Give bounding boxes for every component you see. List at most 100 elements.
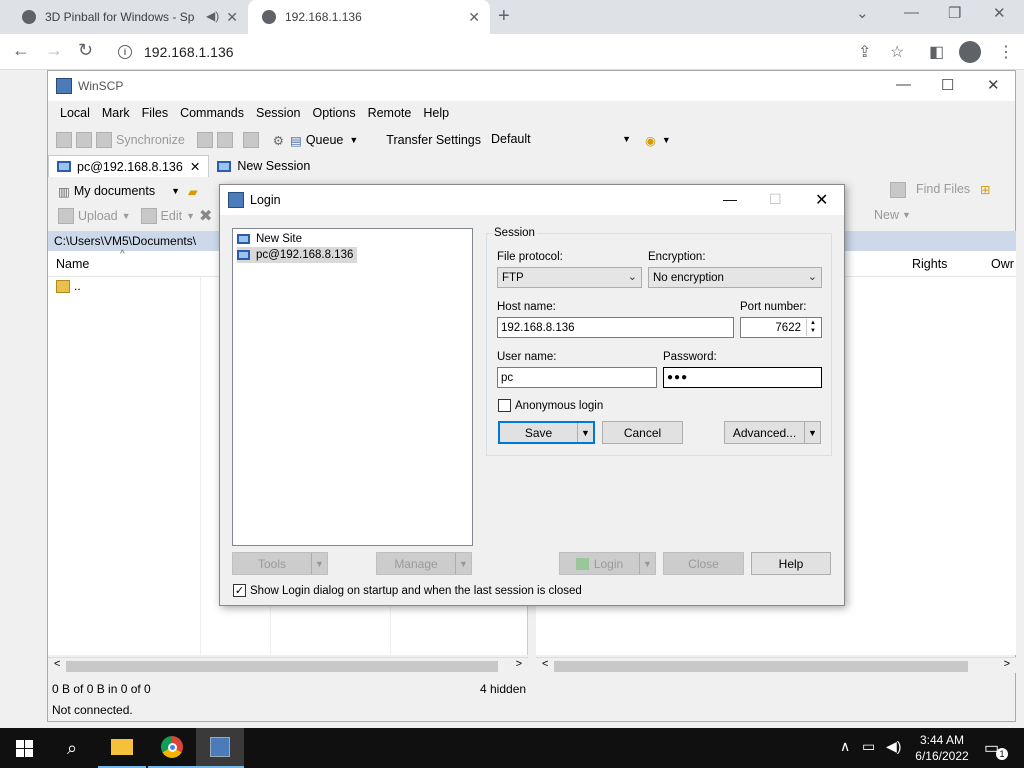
menu-local[interactable]: Local [60,106,90,120]
site-new-site[interactable]: New Site [237,231,306,247]
preferences-gear-icon[interactable]: ⚙ [273,133,284,148]
forward-icon[interactable]: → [45,40,63,61]
file-protocol-select[interactable]: FTP ⌄ [497,267,642,288]
close-icon[interactable]: ✕ [987,76,1000,94]
col-name-header[interactable]: Name [56,257,89,271]
password-field[interactable]: ●●● [663,367,822,388]
tab-new-session[interactable]: New Session [209,155,318,177]
minimize-icon[interactable]: — [896,76,911,93]
scroll-left-icon[interactable]: < [54,658,60,670]
menu-mark[interactable]: Mark [102,106,130,120]
menu-help[interactable]: Help [423,106,449,120]
chevron-down-icon[interactable]: ▼ [122,211,131,221]
chrome-icon[interactable] [148,728,196,768]
file-explorer-icon[interactable] [98,728,146,768]
new-button[interactable]: New [874,208,899,222]
search-icon[interactable]: ⌕ [48,728,96,768]
chevron-down-icon[interactable]: ▼ [639,553,655,574]
help-button[interactable]: Help [751,552,831,575]
scroll-right-icon[interactable]: > [1004,658,1010,670]
save-button[interactable]: Save ▼ [498,421,595,444]
profile-avatar[interactable] [959,41,981,63]
edit-button[interactable]: Edit [161,209,183,223]
scroll-right-icon[interactable]: > [516,658,522,670]
restore-icon[interactable]: ❐ [948,4,961,22]
back-icon[interactable]: ← [12,40,30,61]
chevron-down-icon[interactable]: ▼ [186,211,195,221]
find-files-button[interactable]: Find Files [916,182,970,196]
reload-icon[interactable]: ↻ [78,40,93,61]
chevron-down-icon[interactable]: ▼ [311,553,327,574]
close-button[interactable]: Close [663,552,744,575]
address-bar[interactable]: i 192.168.1.136 [108,37,828,67]
close-tab-icon[interactable]: ✕ [468,9,480,26]
tab-search-icon[interactable]: ⌄ [856,4,869,22]
volume-icon[interactable]: ◀) [886,738,901,755]
host-name-field[interactable]: 192.168.8.136 [497,317,734,338]
remote-hscrollbar[interactable]: < > [536,657,1016,673]
chevron-down-icon[interactable]: ▼ [804,422,820,443]
user-name-field[interactable]: pc [497,367,657,388]
site-pc[interactable]: pc@192.168.8.136 [237,247,358,263]
tray-chevron-up-icon[interactable]: ∧ [840,738,850,755]
checkbox-box[interactable] [498,399,511,412]
windows-start-icon[interactable] [0,728,48,768]
sync-browse-icon[interactable] [76,132,92,148]
scroll-left-icon[interactable]: < [542,658,548,670]
delete-icon[interactable]: ✖ [199,206,212,226]
port-spinner-icon[interactable]: ▲ ▼ [806,319,819,336]
synchronize-button[interactable]: Synchronize [116,133,185,147]
chevron-down-icon[interactable]: ▼ [902,210,911,220]
console-icon[interactable] [196,132,213,148]
keep-uptodate-icon[interactable] [242,132,259,148]
upload-button[interactable]: Upload [78,209,118,223]
chevron-down-icon[interactable]: ▼ [455,553,471,574]
compare-dirs-icon[interactable] [56,132,72,148]
menu-remote[interactable]: Remote [368,106,412,120]
col-rights-header[interactable]: Rights [912,257,947,271]
close-tab-icon[interactable]: ✕ [190,159,200,174]
maximize-icon[interactable]: ☐ [941,76,954,94]
winscp-taskbar-icon[interactable] [196,728,244,768]
tree-icon[interactable]: ⊞ [980,182,990,197]
col-owner-header[interactable]: Owr [991,257,1014,271]
minimize-icon[interactable]: — [904,4,919,21]
transfer-settings-select[interactable]: Default ▼ [487,130,633,150]
cancel-button[interactable]: Cancel [602,421,683,444]
menu-commands[interactable]: Commands [180,106,244,120]
new-tab-icon[interactable]: + [498,5,510,28]
local-hscrollbar[interactable]: < > [48,657,528,673]
chevron-down-icon[interactable]: ▼ [577,423,593,442]
clock[interactable]: 3:44 AM 6/16/2022 [912,732,972,764]
speaker-icon[interactable]: ◀) [206,9,219,23]
synchronize-icon[interactable] [96,132,112,148]
list-item[interactable]: .. [56,279,81,293]
port-number-field[interactable]: 7622 ▲ ▼ [740,317,822,338]
local-location-select[interactable]: My documents [74,184,155,198]
chevron-down-icon[interactable]: ▼ [349,135,358,145]
share-icon[interactable]: ⇪ [858,42,871,62]
close-icon[interactable]: ✕ [815,190,828,210]
queue-button[interactable]: Queue [306,133,344,147]
network-icon[interactable]: ▭ [862,738,875,755]
site-tree[interactable]: New Site pc@192.168.8.136 [232,228,473,546]
minimize-icon[interactable]: — [723,191,737,207]
terminal-icon[interactable] [216,132,233,148]
checkbox-checked-icon[interactable]: ✓ [233,584,246,597]
side-panel-icon[interactable]: ◧ [929,42,944,62]
show-on-startup-checkbox[interactable]: ✓ Show Login dialog on startup and when … [233,584,582,597]
info-icon[interactable]: i [118,45,132,59]
advanced-button[interactable]: Advanced... ▼ [724,421,821,444]
bookmark-star-icon[interactable]: ☆ [890,42,904,62]
transfer-globe-icon[interactable]: ◉ [645,133,656,148]
tab-session-pc[interactable]: pc@192.168.8.136 ✕ [48,155,210,177]
menu-kebab-icon[interactable]: ⋮ [998,42,1014,62]
anonymous-login-checkbox[interactable]: Anonymous login [498,399,603,412]
menu-files[interactable]: Files [142,106,168,120]
hidden-files-status[interactable]: 4 hidden [480,682,526,696]
scroll-thumb[interactable] [554,661,968,672]
folder-open-icon[interactable]: ▰ [188,184,198,199]
close-tab-icon[interactable]: ✕ [226,9,238,26]
encryption-select[interactable]: No encryption ⌄ [648,267,822,288]
manage-button[interactable]: Manage ▼ [376,552,472,575]
